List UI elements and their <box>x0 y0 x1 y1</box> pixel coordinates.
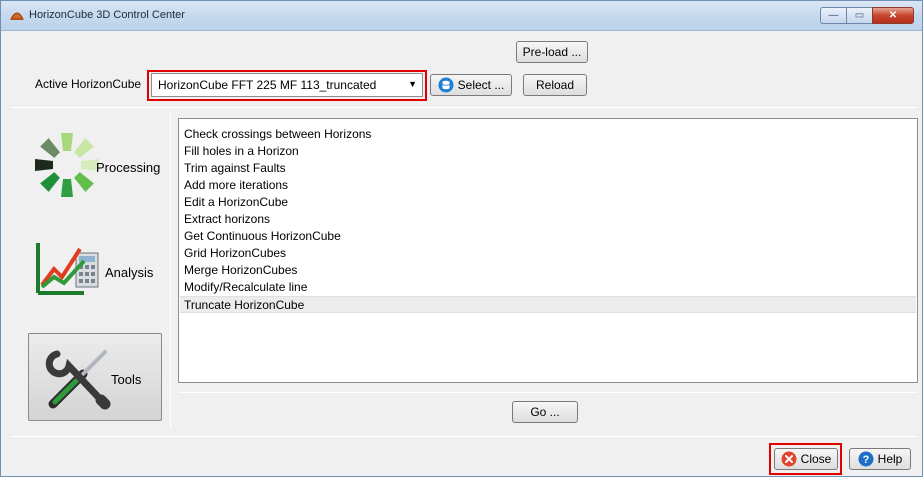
list-separator <box>178 392 918 393</box>
window-controls: — ▭ ✕ <box>820 7 914 24</box>
tools-list[interactable]: Check crossings between Horizons Fill ho… <box>178 118 918 383</box>
svg-text:?: ? <box>862 454 869 466</box>
window-close-button[interactable]: ✕ <box>872 7 914 24</box>
list-item[interactable]: Fill holes in a Horizon <box>180 143 916 160</box>
list-item[interactable]: Modify/Recalculate line <box>180 279 916 296</box>
list-item[interactable]: Extract horizons <box>180 211 916 228</box>
help-label: Help <box>877 452 903 466</box>
reload-button[interactable]: Reload <box>523 74 587 96</box>
chart-calculator-icon <box>36 243 99 295</box>
sidebar-label-processing: Processing <box>96 160 161 175</box>
close-button[interactable]: Close <box>774 448 838 470</box>
list-item[interactable]: Merge HorizonCubes <box>180 262 916 279</box>
sidebar-separator <box>170 113 171 429</box>
select-label: Select ... <box>457 78 505 92</box>
list-item[interactable]: Check crossings between Horizons <box>180 126 916 143</box>
list-item[interactable]: Edit a HorizonCube <box>180 194 916 211</box>
app-icon <box>10 12 24 20</box>
sidebar-label-tools: Tools <box>111 372 142 387</box>
title-bar[interactable]: HorizonCube 3D Control Center — ▭ ✕ <box>1 1 922 31</box>
sidebar-item-analysis[interactable]: Analysis <box>28 227 162 315</box>
list-item[interactable]: Trim against Faults <box>180 160 916 177</box>
help-button[interactable]: ? Help <box>849 448 911 470</box>
active-horizoncube-label: Active HorizonCube <box>35 77 142 91</box>
list-item[interactable]: Add more iterations <box>180 177 916 194</box>
horizoncube-control-center-window: HorizonCube 3D Control Center — ▭ ✕ Pre-… <box>0 0 923 477</box>
maximize-button[interactable]: ▭ <box>846 7 872 24</box>
list-item[interactable]: Get Continuous HorizonCube <box>180 228 916 245</box>
help-icon: ? <box>858 451 874 467</box>
footer-separator <box>11 436 917 437</box>
preload-button[interactable]: Pre-load ... <box>516 41 588 63</box>
list-item-selected[interactable]: Truncate HorizonCube <box>180 296 916 313</box>
window-title: HorizonCube 3D Control Center <box>29 9 185 21</box>
processing-wheel-icon <box>35 133 99 197</box>
database-icon <box>438 77 454 93</box>
close-label: Close <box>800 452 832 466</box>
preload-label: Pre-load ... <box>522 45 582 59</box>
chevron-down-icon: ▼ <box>408 79 417 89</box>
go-button[interactable]: Go ... <box>512 401 578 423</box>
sidebar-item-processing[interactable]: Processing <box>28 122 162 210</box>
reload-label: Reload <box>535 78 575 92</box>
sidebar-label-analysis: Analysis <box>105 265 154 280</box>
close-icon <box>781 451 797 467</box>
header-separator <box>11 107 917 108</box>
sidebar-item-tools[interactable]: Tools <box>28 333 162 421</box>
minimize-button[interactable]: — <box>820 7 846 24</box>
active-horizoncube-select[interactable]: HorizonCube FFT 225 MF 113_truncated ▼ <box>151 73 423 97</box>
active-horizoncube-value: HorizonCube FFT 225 MF 113_truncated <box>158 78 377 92</box>
wrench-screwdriver-icon <box>45 350 111 410</box>
go-label: Go ... <box>530 405 560 419</box>
list-item[interactable]: Grid HorizonCubes <box>180 245 916 262</box>
select-button[interactable]: Select ... <box>430 74 512 96</box>
